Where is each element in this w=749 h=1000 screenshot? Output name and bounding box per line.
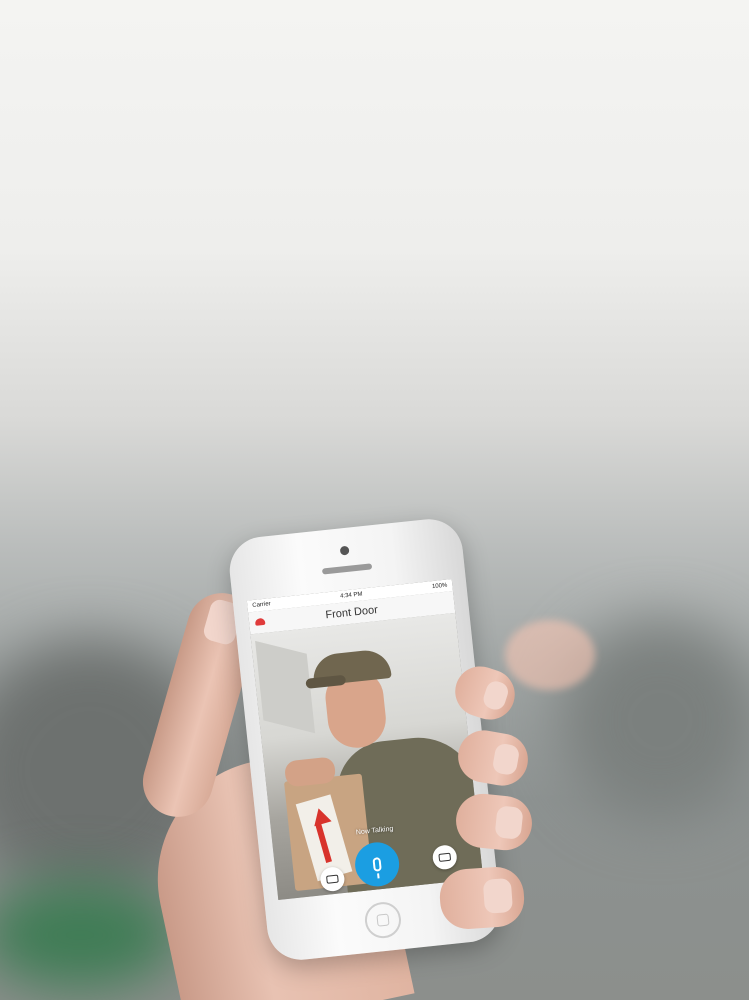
phone-screen: Carrier 4:34 PM 100% Front Door Now Talk… [246,579,484,900]
photo-scene: Carrier 4:34 PM 100% Front Door Now Talk… [0,0,749,1000]
home-button[interactable] [363,900,403,940]
video-record-icon [326,874,339,884]
index-nail [480,678,511,713]
video-wall [255,640,316,734]
door-camera-video: Now Talking [250,612,484,900]
earpiece-speaker [321,563,373,575]
little-nail [482,877,514,914]
battery-label: 100% [431,582,448,591]
microphone-icon [372,857,382,872]
camera-snapshot-icon [438,852,452,862]
clock-label: 4:34 PM [339,591,363,600]
middle-nail [491,742,521,777]
background-blur-green [0,880,180,990]
phone-hangup-icon[interactable] [254,617,266,626]
hand-finger-little [438,865,526,931]
ring-nail [494,805,524,840]
carrier-label: Carrier [252,601,271,610]
front-camera [339,545,350,556]
page-title: Front Door [324,603,379,622]
bokeh-light [505,620,595,690]
